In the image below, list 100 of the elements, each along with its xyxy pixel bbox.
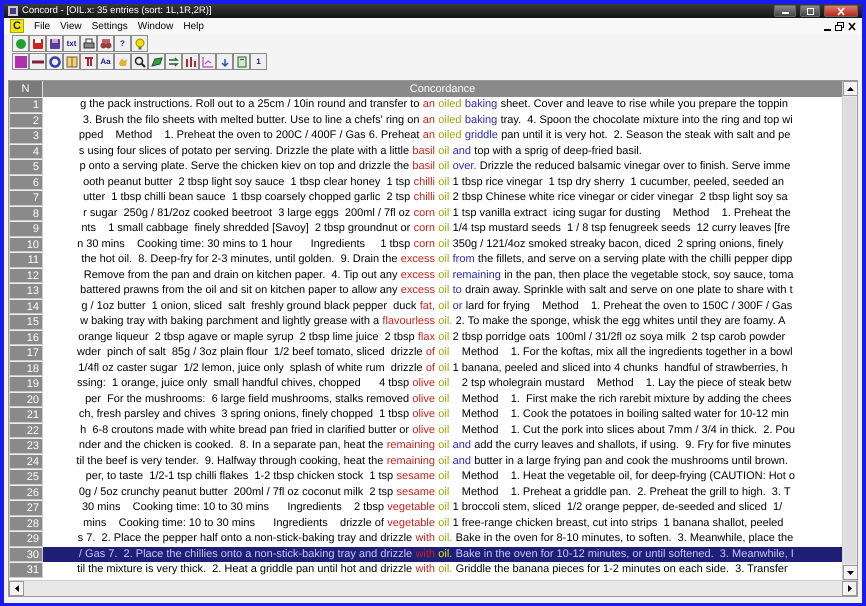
context-text: Method 1. For the koftas, mix all the ingredients together in a bowl: [460, 345, 793, 360]
context-text: Method 1. First make the rich rarebit mixture by adding the chees: [460, 392, 792, 406]
scroll-up-button[interactable]: [843, 81, 858, 96]
collocate-word: and: [452, 454, 471, 468]
keyword: oil: [438, 268, 450, 282]
toolbar-button[interactable]: [131, 53, 148, 70]
menu-item[interactable]: View: [60, 18, 82, 34]
context-text: Bake in the oven for 10-12 minutes, or until softened. 3. Meanwhile, I: [456, 546, 794, 562]
maximize-button[interactable]: [800, 5, 820, 17]
up-arrow-icon: [847, 86, 854, 90]
context-text: ssing: 1 orange, juice only small handful chives, chopped 4 tbsp: [77, 376, 410, 391]
close-icon[interactable]: [848, 22, 856, 30]
collocate-word: an: [422, 128, 435, 143]
collocate-word: excess: [400, 283, 435, 298]
collocate-word: remaining: [386, 438, 435, 453]
toolbar-button[interactable]: 1: [250, 53, 267, 70]
minimize-icon[interactable]: [824, 28, 831, 30]
toolbar-button[interactable]: [182, 53, 199, 70]
context-text: Bake in the oven for 8-10 minutes, to soften. 3. Meanwhile, place the: [456, 531, 794, 546]
context-text: the fillets, and serve on a serving plate with the chilli pepper dipp: [478, 252, 792, 267]
context-text: Method 1. Preheat a griddle pan. 2. Preheat the grill to high. 3. T: [460, 484, 791, 500]
toolbar-button[interactable]: Aa: [97, 53, 114, 70]
scroll-right-button[interactable]: [842, 581, 857, 596]
toolbar-button[interactable]: txt: [63, 35, 80, 52]
context-text: orange liqueur 2 tbsp agave or maple syrup 2 tbsp lime juice 2 tbsp: [78, 330, 415, 344]
keyword: oil: [438, 392, 450, 406]
toolbar-button[interactable]: ?: [114, 35, 131, 52]
collocate-word: flax: [418, 330, 435, 344]
collocate-word: griddle: [464, 128, 498, 143]
keyword: oil: [438, 484, 450, 500]
book-icon: [66, 56, 78, 68]
context-text: 2. To make the sponge, whisk the egg whites until they are foamy. A: [456, 314, 786, 329]
row-number: 14: [9, 298, 43, 314]
row-number: 15: [9, 314, 43, 330]
context-text: utter 1 tbsp chilli bean sauce 1 tbsp coarsely chopped garlic 2 tsp: [83, 190, 410, 205]
collocate-word: corn: [414, 236, 435, 252]
row-number: 24: [9, 454, 43, 469]
scroll-down-button[interactable]: [843, 565, 858, 580]
toolbar-button[interactable]: [148, 53, 165, 70]
keyword: oil.: [438, 562, 452, 577]
collocate-word: excess: [400, 252, 435, 267]
toolbar-button[interactable]: [46, 35, 63, 52]
toolbar-button[interactable]: [97, 35, 114, 52]
row-number: 3: [9, 128, 43, 144]
toolbar-button[interactable]: [80, 53, 97, 70]
keyword: oil: [438, 407, 450, 422]
row-number: 27: [9, 500, 43, 516]
context-text: 1 broccoli stem, sliced 1/2 orange pepper, de-seeded and sliced 1/: [452, 500, 782, 515]
collocate-word: from: [452, 252, 475, 267]
context-text: Griddle the banana pieces for 1-2 minutes on each side. 3. Transfer: [456, 562, 788, 577]
row-number: 8: [9, 206, 43, 221]
minimize-button[interactable]: [774, 5, 796, 17]
app-logo: C: [10, 19, 24, 33]
collocate-word: fat,: [420, 298, 435, 314]
toolbar-button[interactable]: [80, 35, 97, 52]
context-text: lard for frying Method 1. Preheat the oven to 150C / 300F / Gas: [466, 298, 792, 314]
collocate-word: to: [452, 283, 462, 298]
menu-item[interactable]: Help: [183, 18, 204, 34]
row-number: 18: [9, 360, 43, 376]
context-text: 3. Brush the filo sheets with melted butter. Use to line a chefs' ring on: [82, 112, 420, 128]
keyword: oil: [438, 159, 450, 174]
toolbar-button[interactable]: [165, 53, 182, 70]
context-text: drain away. Sprinkle with salt and serve on one plate to share with t: [465, 283, 793, 298]
context-text: top with a sprig of deep-fried basil.: [474, 144, 642, 158]
context-text: / Gas 7. 2. Place the chillies onto a non-stick-baking tray and drizzle: [78, 546, 412, 562]
context-text: s using four slices of potato per serving. Drizzle the plate with a little: [78, 144, 410, 158]
keyword: oil: [438, 438, 450, 453]
window-title: Concord - [OIL.x: 35 entries (sort: 1L,1R,2R)]: [22, 4, 212, 18]
context-text: 1 tsp vanilla extract icing sugar for dusting Method 1. Preheat the: [452, 206, 791, 220]
context-text: g / 1oz butter 1 onion, sliced salt freshly ground black pepper duck: [81, 298, 416, 314]
keyword: oil: [438, 469, 450, 484]
concordance-row[interactable]: 30 / Gas 7. 2. Place the chillies onto a non-stick-baking tray and drizzle with oil. Bake in the oven for 10-12 minutes, or until softened. 3. Meanwhile, I: [9, 546, 842, 562]
toolbar-button[interactable]: [29, 53, 46, 70]
collocate-word: flavourless: [382, 314, 435, 329]
column-header[interactable]: N: [9, 81, 43, 97]
row-number: 4: [9, 144, 43, 159]
toolbar-button[interactable]: [216, 53, 233, 70]
menu-item[interactable]: Window: [138, 18, 174, 34]
collocate-word: or: [452, 298, 462, 314]
row-number: 31: [9, 562, 43, 578]
row-number: 19: [9, 376, 43, 392]
context-text: h 6-8 croutons made with white bread pan fried in clarified butter or: [80, 422, 410, 438]
toolbar-button[interactable]: [233, 53, 250, 70]
context-text: sheet. Cover and leave to rise while you prepare the toppin: [500, 97, 788, 112]
row-number: 29: [9, 531, 43, 546]
keyword: oil: [438, 454, 450, 468]
menu-item[interactable]: File: [34, 18, 50, 34]
context-text: 2 tbsp Chinese white rice vinegar or cider vinegar 2 tbsp light soy sa: [452, 190, 788, 205]
menu-item[interactable]: Settings: [92, 18, 128, 34]
row-number: 2: [9, 112, 43, 128]
row-number: 22: [9, 422, 43, 438]
restore-icon[interactable]: [835, 22, 844, 30]
scroll-left-button[interactable]: [9, 581, 24, 596]
toolbar-button[interactable]: [46, 53, 63, 70]
arrows-icon: [168, 56, 180, 68]
square-icon: [14, 56, 26, 68]
keyword: oil: [438, 221, 450, 236]
context-text: Method 1. Cook the potatoes in boiling salted water for 10-12 min: [460, 407, 789, 422]
close-button[interactable]: [824, 5, 858, 17]
context-text: pan until it is very hot. 2. Season the steak with salt and pe: [501, 128, 790, 143]
